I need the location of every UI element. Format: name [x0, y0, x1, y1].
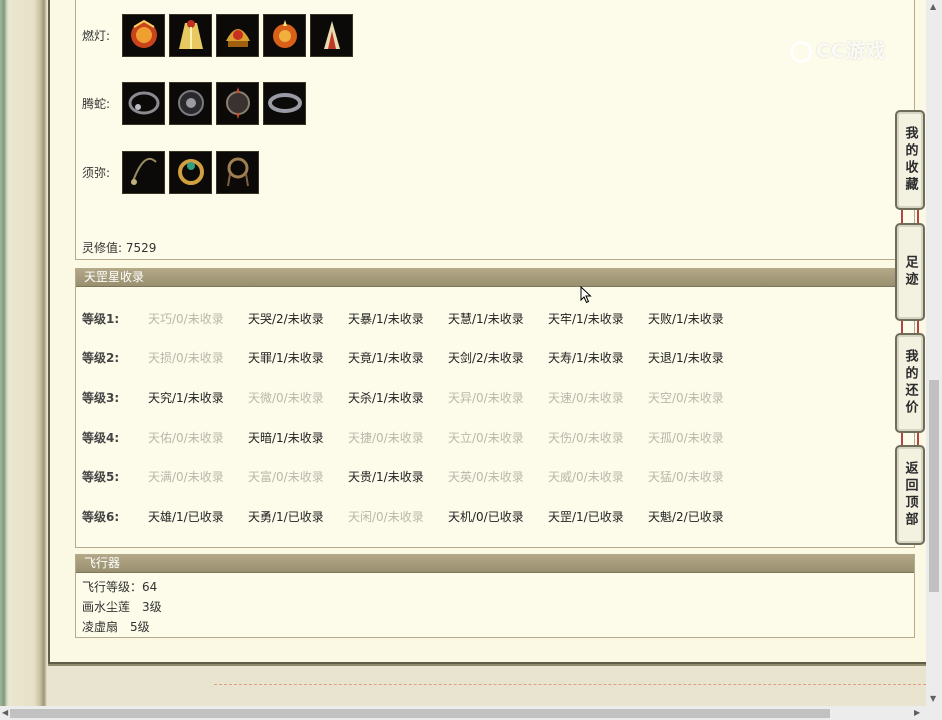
spirit-value: 7529 [125, 241, 157, 255]
tiangang-entry: 天空/0/未收录 [648, 390, 724, 405]
mouse-cursor-icon [580, 286, 592, 304]
spiked-orb-icon[interactable] [216, 81, 259, 125]
tiangang-entry: 天机/0/已收录 [448, 509, 524, 524]
logo-ring-icon [790, 40, 812, 63]
left-decorative-frame [0, 0, 48, 706]
flyer-level: 飞行等级：64 [82, 580, 158, 594]
tiangang-entry: 天威/0/未收录 [548, 469, 624, 484]
tiangang-entry: 天慧/1/未收录 [448, 311, 524, 326]
tiangang-entry: 天暗/1/未收录 [248, 430, 324, 445]
tiangang-row: 等级4: 天佑/0/未收录 天暗/1/未收录 天捷/0/未收录 天立/0/未收录 天伤/0… [76, 427, 748, 447]
golden-robe-icon[interactable] [169, 13, 212, 57]
tiangang-entry: 天猛/0/未收录 [648, 469, 724, 484]
tiangang-entry: 天败/1/未收录 [648, 311, 724, 326]
tiangang-row: 等级6: 天雄/1/已收录 天勇/1/已收录 天闲/0/未收录 天机/0/已收录 天罡/1… [76, 506, 748, 526]
flyer-item-2: 凌虚扇 5级 [82, 620, 150, 634]
bead-bracelet-icon[interactable] [216, 150, 259, 194]
tiangang-entry: 天哭/2/未收录 [248, 311, 324, 326]
tiangang-entry: 天贵/1/未收录 [348, 469, 424, 484]
tiangang-entry: 天罡/1/已收录 [548, 509, 624, 524]
emerald-ring-icon[interactable] [169, 150, 212, 194]
tiangang-entry: 天满/0/未收录 [148, 469, 224, 484]
tiangang-entry: 天捷/0/未收录 [348, 430, 424, 445]
tiangang-row: 等级1: 天巧/0/未收录 天哭/2/未收录 天暴/1/未收录 天慧/1/未收录 天牢/1… [76, 308, 748, 328]
tiangang-header: 天罡星收录 [76, 269, 914, 287]
tiangang-entry: 天暴/1/未收录 [348, 311, 424, 326]
tiangang-row: 等级3: 天究/1/未收录 天微/0/未收录 天杀/1/未收录 天异/0/未收录 天速/0… [76, 387, 748, 407]
watermark-logo: CC游戏 [790, 36, 886, 63]
tiangang-entry: 天损/0/未收录 [148, 350, 224, 365]
my-counteroffer-button[interactable]: 我的还价 [895, 333, 925, 433]
dashed-divider [214, 684, 926, 685]
history-button[interactable]: 足迹 [895, 223, 925, 321]
flyer-item-1: 画水尘莲 3级 [82, 600, 162, 614]
tiangang-section: 天罡星收录 等级1: 天巧/0/未收录 天哭/2/未收录 天暴/1/未收录 天慧/1/未… [75, 268, 915, 548]
favorites-button[interactable]: 我的收藏 [895, 110, 925, 210]
equip-row-tengshe: 腾蛇: [76, 81, 306, 125]
tiangang-entry: 天英/0/未收录 [448, 469, 524, 484]
dark-bracelet-icon[interactable] [263, 81, 306, 125]
tiangang-entry: 天孤/0/未收录 [648, 430, 724, 445]
tiangang-entry: 天立/0/未收录 [448, 430, 524, 445]
tiangang-entry: 天退/1/未收录 [648, 350, 724, 365]
spirit-label: 灵修值: [82, 241, 123, 255]
tiangang-entry: 天富/0/未收录 [248, 469, 324, 484]
spirit-value-row: 灵修值: 7529 [82, 239, 156, 256]
tiangang-row: 等级5: 天满/0/未收录 天富/0/未收录 天贵/1/未收录 天英/0/未收录 天威/0… [76, 466, 748, 486]
tiangang-entry: 天究/1/未收录 [148, 390, 224, 405]
tiangang-entry: 天勇/1/已收录 [248, 509, 324, 524]
equip-row-xumi: 须弥: [76, 150, 259, 194]
tiangang-entry: 天佑/0/未收录 [148, 430, 224, 445]
watermark-text: CC游戏 [816, 40, 886, 62]
tiangang-level-label: 等级5: [82, 469, 120, 484]
tiangang-level-label: 等级6: [82, 509, 120, 524]
tiangang-level-label: 等级2: [82, 350, 120, 365]
scroll-right-icon[interactable]: ▶ [914, 708, 920, 718]
scroll-down-icon[interactable]: ▼ [930, 694, 936, 704]
button-connector [901, 210, 919, 224]
tiangang-entry: 天异/0/未收录 [448, 390, 524, 405]
scroll-up-icon[interactable]: ▲ [930, 2, 936, 12]
dark-necklace-icon[interactable] [122, 81, 165, 125]
tiangang-entry: 天雄/1/已收录 [148, 509, 224, 524]
equip-row-label: 燃灯: [82, 28, 111, 43]
equip-row-randeng: 燃灯: [76, 13, 353, 57]
tiangang-entry: 天牢/1/未收录 [548, 311, 624, 326]
fire-armor-icon[interactable] [122, 13, 165, 57]
tiangang-level-label: 等级3: [82, 390, 120, 405]
tiangang-entry: 天竟/1/未收录 [348, 350, 424, 365]
tiangang-entry: 天微/0/未收录 [248, 390, 324, 405]
tiangang-entry: 天寿/1/未收录 [548, 350, 624, 365]
tiangang-entry: 天魁/2/已收录 [648, 509, 724, 524]
golden-helm-icon[interactable] [216, 13, 259, 57]
tiangang-level-label: 等级1: [82, 311, 120, 326]
tiangang-entry: 天伤/0/未收录 [548, 430, 624, 445]
tiangang-entry: 天罪/1/未收录 [248, 350, 324, 365]
back-to-top-button[interactable]: 返回顶部 [895, 445, 925, 545]
equip-row-label: 须弥: [82, 165, 111, 180]
equip-row-label: 腾蛇: [82, 96, 111, 111]
tiangang-level-label: 等级4: [82, 430, 120, 445]
flyer-section: 飞行器 飞行等级：64 画水尘莲 3级 凌虚扇 5级 [75, 554, 915, 638]
red-cloak-icon[interactable] [310, 13, 353, 57]
tiangang-entry: 天闲/0/未收录 [348, 509, 424, 524]
flame-amulet-icon[interactable] [263, 13, 306, 57]
horizontal-scroll-thumb[interactable] [10, 709, 830, 718]
tiangang-entry: 天剑/2/未收录 [448, 350, 524, 365]
tiangang-row: 等级2: 天损/0/未收录 天罪/1/未收录 天竟/1/未收录 天剑/2/未收录 天寿/1… [76, 347, 748, 367]
dark-orb-icon[interactable] [169, 81, 212, 125]
tiangang-entry: 天杀/1/未收录 [348, 390, 424, 405]
equipment-section: 燃灯: 腾蛇: 须弥: 灵修值: 7529 [75, 0, 915, 260]
vertical-scrollbar[interactable] [926, 0, 942, 706]
tiangang-entry: 天速/0/未收录 [548, 390, 624, 405]
vertical-scroll-thumb[interactable] [929, 380, 939, 592]
chain-necklace-icon[interactable] [122, 150, 165, 194]
flyer-header: 飞行器 [76, 555, 914, 573]
tiangang-entry: 天巧/0/未收录 [148, 311, 224, 326]
scroll-left-icon[interactable]: ◀ [2, 708, 8, 718]
